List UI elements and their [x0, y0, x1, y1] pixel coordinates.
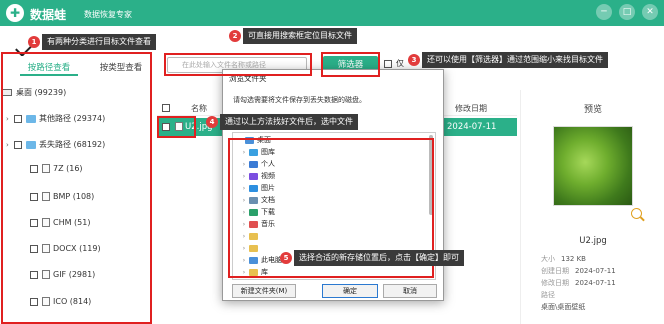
- annotation-tip-1: 有两种分类进行目标文件查看: [42, 34, 156, 50]
- app-logo-icon: ✚: [6, 4, 24, 22]
- annotation-badge-2: 2: [229, 30, 241, 42]
- maximize-icon[interactable]: □: [619, 4, 635, 20]
- annotation-badge-5: 5: [280, 252, 292, 264]
- title-bar: ✚ 数据蛙 数据恢复专家 ─ □ ✕: [0, 0, 664, 26]
- annotation-tip-2: 可直接用搜索框定位目标文件: [243, 28, 357, 44]
- close-icon[interactable]: ✕: [642, 4, 658, 20]
- preview-title: 预览: [583, 105, 602, 115]
- only-show-label: 仅: [396, 59, 404, 68]
- only-show-checkbox[interactable]: 仅: [384, 58, 404, 69]
- annotation-tip-3: 还可以使用【筛选器】通过范围缩小来找目标文件: [422, 52, 608, 68]
- file-date: 2024-07-11: [447, 122, 497, 132]
- annotation-box-4: [157, 116, 196, 138]
- preview-filename: U2.jpg: [579, 236, 607, 246]
- annotation-tip-5: 选择合适的新存储位置后，点击【确定】即可: [294, 250, 464, 266]
- ok-button[interactable]: 确定: [322, 284, 378, 298]
- preview-path-row: 路径: [541, 291, 555, 299]
- preview-created-row: 创建日期 2024-07-11: [541, 267, 616, 275]
- new-folder-button[interactable]: 新建文件夹(M): [232, 284, 296, 298]
- back-button[interactable]: [8, 28, 30, 48]
- preview-modified-row: 修改日期 2024-07-11: [541, 279, 616, 287]
- preview-panel: 预览 U2.jpg 大小 132 KB 创建日期 2024-07-11 修改日期 20…: [520, 90, 664, 324]
- annotation-box-2: [164, 53, 312, 76]
- select-all-checkbox[interactable]: [162, 104, 170, 112]
- column-modified[interactable]: 修改日期: [455, 103, 487, 114]
- annotation-badge-1: 1: [28, 36, 40, 48]
- preview-path-value: 桌面\桌面壁纸: [541, 303, 586, 311]
- annotation-badge-3: 3: [408, 54, 420, 66]
- zoom-icon[interactable]: [631, 208, 642, 219]
- preview-size-row: 大小 132 KB: [541, 255, 586, 263]
- annotation-badge-4: 4: [206, 116, 218, 128]
- column-name[interactable]: 名称: [191, 103, 207, 114]
- app-name: 数据蛙: [30, 8, 67, 22]
- annotation-box-3: [321, 52, 380, 77]
- annotation-tip-4: 通过以上方法找好文件后，选中文件: [220, 114, 358, 130]
- cancel-button[interactable]: 取消: [383, 284, 437, 298]
- dialog-description: 请勾选需要将文件保存到丢失数据的磁盘。: [233, 96, 366, 104]
- app-subtitle: 数据恢复专家: [84, 10, 132, 19]
- minimize-icon[interactable]: ─: [596, 4, 612, 20]
- annotation-box-1: [1, 52, 152, 324]
- preview-thumbnail: [553, 126, 633, 206]
